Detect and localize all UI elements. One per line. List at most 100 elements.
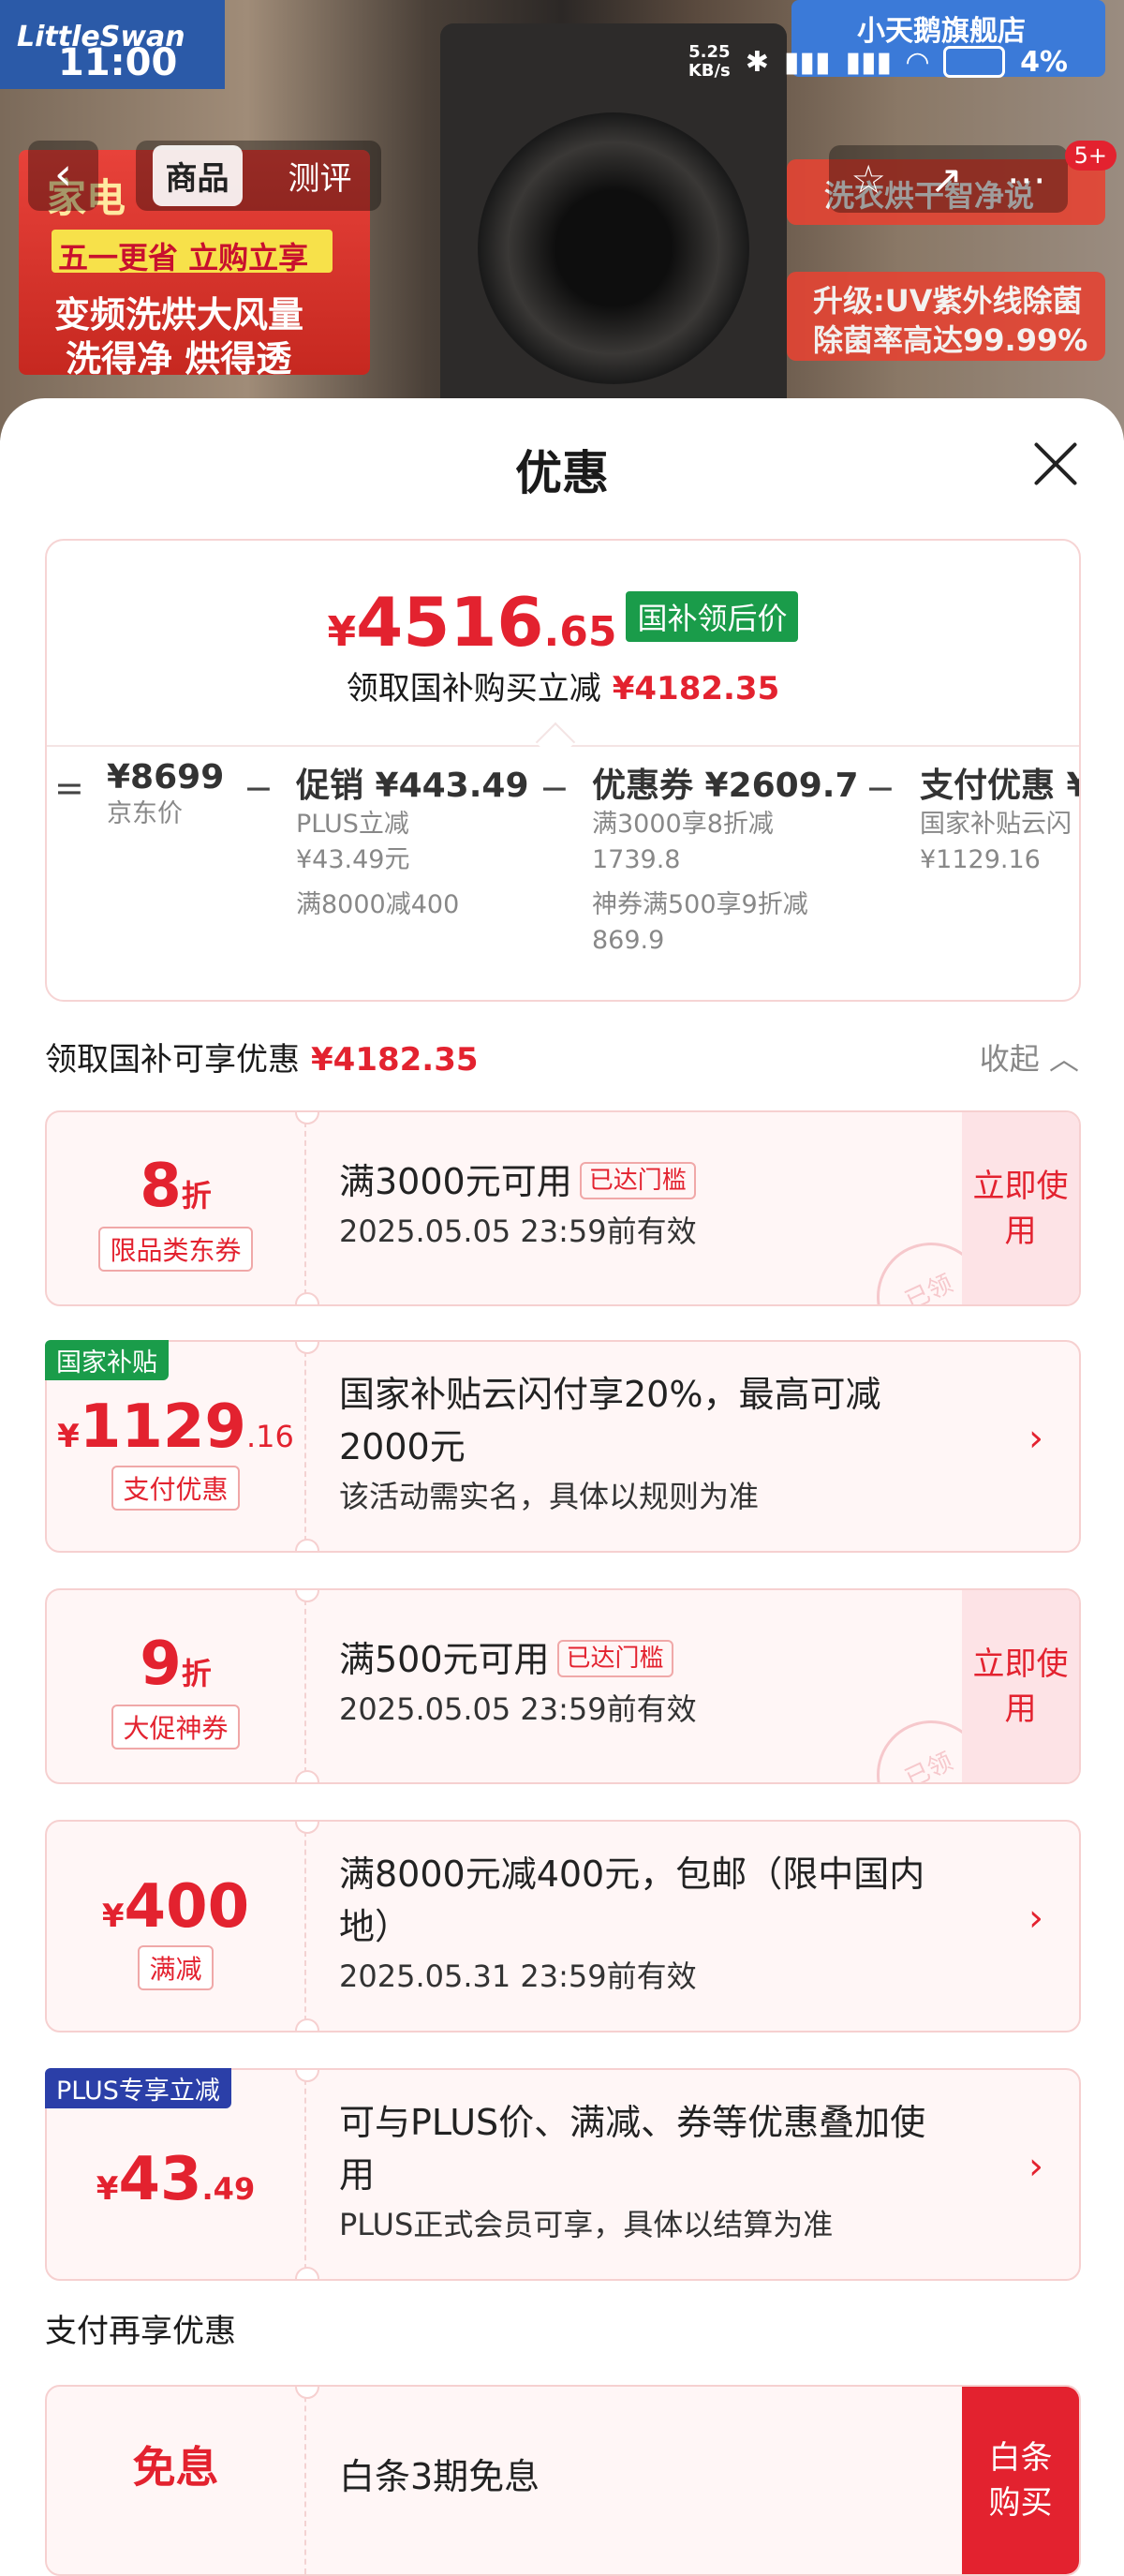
favorite-star-icon[interactable]: ☆ [850, 156, 886, 202]
coupon-type-label: 大促神券 [111, 1705, 240, 1750]
card-divider [304, 1342, 306, 1551]
coupon-type-label: 满减 [138, 1945, 214, 1990]
final-price-area: ¥4516.65 国补领后价 领取国补购买立减 ¥4182.35 [47, 541, 1079, 747]
coupon-unit: 折 [181, 1178, 212, 1214]
coupon-expiry: 2025.05.05 23:59前有效 [339, 1691, 697, 1727]
battery-level: 4% [1020, 45, 1068, 79]
coupon-value: 9折 [47, 1630, 304, 1699]
coupon-card[interactable]: 9折 大促神券 满500元可用 已达门槛 2025.05.05 23:59前有效 … [45, 1588, 1081, 1784]
feature-text-2: 升级:UV紫外线除菌 [813, 283, 1083, 319]
discount-sheet: 优惠 ¥4516.65 国补领后价 领取国补购买立减 ¥4182.35 = ¥869… [0, 398, 1124, 2576]
message-badge: 5+ [1064, 141, 1117, 171]
national-subsidy-tag: 国家补贴 [45, 1340, 169, 1380]
card-notch [295, 2267, 319, 2279]
chevron-up-icon: ︿ [1048, 1041, 1079, 1077]
payment-offer-card[interactable]: 免息 白条3期免息 白条购买 [45, 2385, 1081, 2576]
use-now-button[interactable]: 立即使用 [962, 1590, 1079, 1782]
card-notch [295, 1770, 319, 1782]
coupon-amount-dec: .16 [245, 1419, 294, 1454]
signal-icon-2: ▮▮▮ [845, 45, 892, 79]
coupon-condition: 满8000元减400元，包邮（限中国内地） [339, 1854, 925, 1947]
payment-offer-text: 白条3期免息 [339, 2456, 540, 2497]
breakdown-sub: 满3000享8折减 [592, 810, 774, 839]
breakdown-main: 优惠券 ¥2609.7 [592, 767, 859, 805]
coupon-note: 该活动需实名，具体以规则为准 [339, 1479, 760, 1514]
coupon-details: 可与PLUS价、满减、券等优惠叠加使用 PLUS正式会员可享，具体以结算为准 [339, 2096, 939, 2248]
coupon-condition: 满500元可用 已达门槛 [339, 1633, 939, 1686]
sheet-title: 优惠 [515, 446, 609, 500]
breakdown-main: 促销 ¥443.49 [296, 767, 529, 805]
feature-text-3: 除菌率高达99.99% [813, 322, 1088, 358]
operator-minus: − [244, 767, 274, 809]
card-notch [295, 1292, 319, 1304]
coupon-value: ¥43.49 [47, 2145, 304, 2214]
coupon-details: 国家补贴云闪付享20%，最高可减2000元 该活动需实名，具体以规则为准 [339, 1368, 939, 1520]
chevron-left-icon: ‹ [53, 148, 73, 201]
coupon-value-area: 9折 大促神券 [47, 1590, 304, 1782]
threshold-reached-tag: 已达门槛 [556, 1640, 673, 1677]
chevron-right-icon: › [1028, 1897, 1043, 1940]
tab-review[interactable]: 测评 [275, 145, 365, 206]
breakdown-sub: 京东价 [107, 799, 183, 828]
card-divider [304, 2387, 306, 2574]
section-amount: ¥4182.35 [311, 1041, 479, 1079]
breakdown-sub: 神券满500享9折减 [592, 890, 808, 919]
use-now-button[interactable]: 立即使用 [962, 1112, 1079, 1304]
coupon-type-label: 限品类东券 [98, 1227, 253, 1272]
coupon-card[interactable]: ¥1129.16 支付优惠 国家补贴云闪付享20%，最高可减2000元 该活动需… [45, 1340, 1081, 1553]
chevron-right-icon: › [1028, 1417, 1043, 1460]
coupon-currency: ¥ [57, 1418, 80, 1455]
coupon-value: 8折 [47, 1152, 304, 1221]
coupon-amount-int: 400 [124, 1872, 250, 1942]
battery-icon [943, 46, 1006, 78]
speed-unit: KB/s [688, 61, 731, 81]
banner-text-2: 五一更省 立购立享 [58, 240, 309, 275]
plus-exclusive-tag: PLUS专享立减 [45, 2068, 231, 2108]
breakdown-sub: 869.9 [592, 926, 665, 955]
card-divider [304, 1112, 306, 1304]
tab-product[interactable]: 商品 [152, 145, 243, 206]
coupon-card[interactable]: 8折 限品类东券 满3000元可用 已达门槛 2025.05.05 23:59前有… [45, 1110, 1081, 1306]
coupon-currency: ¥ [101, 1898, 125, 1935]
coupon-currency: ¥ [96, 2170, 119, 2208]
card-notch [295, 1539, 319, 1551]
back-button[interactable]: ‹ [28, 141, 98, 211]
breakdown-promotion: 促销 ¥443.49 PLUS立减 ¥43.49元 满8000减400 [296, 758, 529, 923]
coupon-value: ¥400 [47, 1872, 304, 1942]
more-icon[interactable]: ⋯ [1007, 156, 1046, 202]
breakdown-sub: PLUS立减 [296, 810, 409, 839]
coupon-condition-text: 满500元可用 [339, 1639, 550, 1680]
breakdown-payment: 支付优惠 ¥ 国家补贴云闪 ¥1129.16 [920, 758, 1079, 878]
feature-box-2: 升级:UV紫外线除菌 除菌率高达99.99% [787, 272, 1105, 361]
share-icon[interactable]: ↗ [930, 156, 963, 202]
operator-minus: − [540, 767, 569, 809]
payment-value: 免息 [132, 2442, 219, 2493]
breakdown-sub: 国家补贴云闪 [920, 810, 1072, 839]
coupon-amount-int: 43 [118, 2145, 202, 2214]
operator-equals: = [54, 767, 84, 809]
coupon-value: ¥1129.16 [47, 1392, 304, 1462]
breakdown-main: ¥8699 [107, 758, 225, 797]
breakdown-sub: ¥43.49元 [296, 845, 410, 874]
price-integer: 4516 [356, 583, 544, 662]
price-decimal: .65 [543, 608, 617, 656]
signal-icon: ▮▮▮ [783, 45, 831, 79]
status-icons: 5.25 KB/s ✱ ▮▮▮ ▮▮▮ ◠ 4% [688, 43, 1068, 81]
coupon-discount: 9 [140, 1630, 182, 1699]
card-divider [304, 2070, 306, 2279]
breakdown-main: 支付优惠 ¥ [920, 767, 1079, 805]
savings-label: 领取国补购买立减 [346, 670, 601, 707]
price-breakdown[interactable]: = ¥8699 京东价 − 促销 ¥443.49 PLUS立减 ¥43.49元 … [47, 758, 1079, 1000]
coupon-details: 满500元可用 已达门槛 2025.05.05 23:59前有效 [339, 1633, 939, 1733]
section-header-payment: 支付再享优惠 [45, 2313, 236, 2350]
price-summary-card: ¥4516.65 国补领后价 领取国补购买立减 ¥4182.35 = ¥8699 京… [45, 539, 1081, 1002]
coupon-condition: 满3000元可用 已达门槛 [339, 1155, 939, 1208]
coupon-amount-dec: .49 [201, 2171, 256, 2207]
baitiao-buy-button[interactable]: 白条购买 [962, 2387, 1079, 2574]
speed-value: 5.25 [688, 42, 731, 62]
coupon-expiry: 2025.05.31 23:59前有效 [339, 1958, 697, 1994]
payment-details: 白条3期免息 [339, 2450, 939, 2503]
close-icon[interactable] [1032, 440, 1079, 487]
coupon-card[interactable]: ¥400 满减 满8000元减400元，包邮（限中国内地） 2025.05.31… [45, 1820, 1081, 2033]
collapse-button[interactable]: 收起 ︿ [980, 1035, 1079, 1079]
